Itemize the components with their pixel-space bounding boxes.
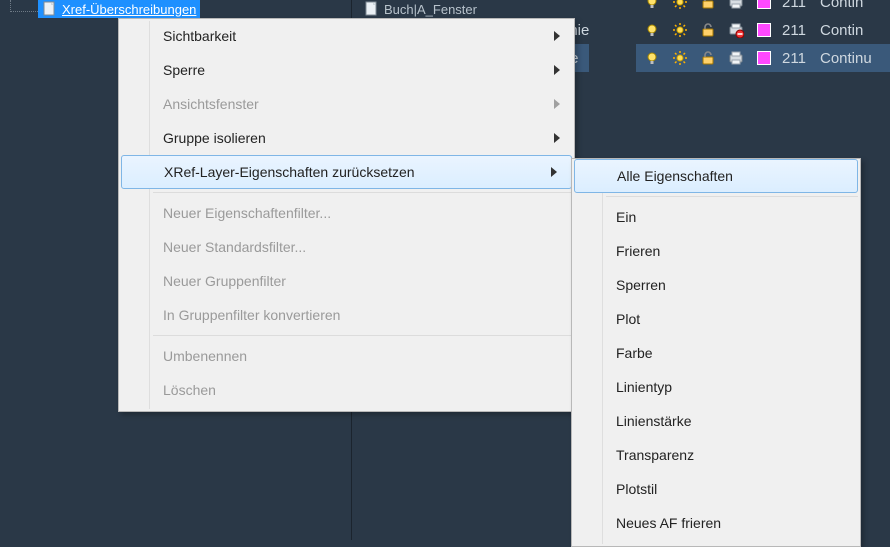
linetype: Continu bbox=[820, 50, 890, 67]
bulb-icon[interactable] bbox=[644, 22, 660, 38]
submenu-reset-properties: Alle Eigenschaften Ein Frieren Sperren P… bbox=[571, 158, 861, 547]
ctx-item-label: Löschen bbox=[163, 382, 216, 398]
printer-icon[interactable] bbox=[728, 50, 744, 66]
color-swatch[interactable] bbox=[757, 0, 771, 9]
ctx-item-new-group-filter: Neuer Gruppenfilter bbox=[119, 264, 574, 298]
context-menu-separator bbox=[153, 192, 572, 193]
ctx-item-label: XRef-Layer-Eigenschaften zurücksetzen bbox=[164, 164, 415, 180]
ctx-item-new-standard-filter: Neuer Standardsfilter... bbox=[119, 230, 574, 264]
lock-open-icon[interactable] bbox=[700, 22, 716, 38]
ctx-item-reset-xref-layer-properties[interactable]: XRef-Layer-Eigenschaften zurücksetzen bbox=[121, 155, 572, 189]
ctx-item-label: Neuer Eigenschaftenfilter... bbox=[163, 205, 331, 221]
sun-icon[interactable] bbox=[672, 0, 688, 10]
tree-item-xref-overrides[interactable]: Xref-Überschreibungen bbox=[38, 0, 200, 18]
sub-item-label: Linienstärke bbox=[616, 413, 692, 429]
ctx-item-label: Umbenennen bbox=[163, 348, 247, 364]
printer-disabled-icon[interactable] bbox=[728, 22, 744, 38]
ctx-item-label: Gruppe isolieren bbox=[163, 130, 266, 146]
submenu-arrow-icon bbox=[554, 62, 560, 78]
lock-open-icon[interactable] bbox=[700, 0, 716, 10]
tree-item-buch-fenster[interactable]: Buch|A_Fenster bbox=[360, 0, 481, 18]
layer-list: 211 Contin 211 Contin 211 Continu bbox=[636, 0, 890, 72]
lock-open-icon[interactable] bbox=[700, 50, 716, 66]
sub-item-label: Plotstil bbox=[616, 481, 657, 497]
sub-item-label: Frieren bbox=[616, 243, 660, 259]
color-index: 211 bbox=[782, 22, 812, 39]
sub-item-lineweight[interactable]: Linienstärke bbox=[572, 404, 860, 438]
context-menu: Sichtbarkeit Sperre Ansichtsfenster Grup… bbox=[118, 18, 575, 412]
ctx-item-label: Neuer Standardsfilter... bbox=[163, 239, 306, 255]
submenu-arrow-icon bbox=[551, 164, 557, 180]
sub-item-label: Alle Eigenschaften bbox=[617, 168, 733, 184]
sub-item-transparency[interactable]: Transparenz bbox=[572, 438, 860, 472]
sub-item-plot[interactable]: Plot bbox=[572, 302, 860, 336]
context-menu-separator bbox=[153, 335, 572, 336]
submenu-arrow-icon bbox=[554, 28, 560, 44]
ctx-item-label: Sichtbarkeit bbox=[163, 28, 236, 44]
color-swatch[interactable] bbox=[757, 23, 771, 37]
bulb-icon[interactable] bbox=[644, 50, 660, 66]
ctx-item-isolate-group[interactable]: Gruppe isolieren bbox=[119, 121, 574, 155]
layer-row[interactable]: 211 Contin bbox=[636, 16, 890, 44]
sun-icon[interactable] bbox=[672, 50, 688, 66]
ctx-item-label: Neuer Gruppenfilter bbox=[163, 273, 286, 289]
sub-item-label: Neues AF frieren bbox=[616, 515, 721, 531]
tree-item-label: Xref-Überschreibungen bbox=[62, 2, 196, 17]
sun-icon[interactable] bbox=[672, 22, 688, 38]
sub-item-label: Farbe bbox=[616, 345, 653, 361]
ctx-item-label: Ansichtsfenster bbox=[163, 96, 259, 112]
linetype: Contin bbox=[820, 0, 890, 11]
ctx-item-rename: Umbenennen bbox=[119, 339, 574, 373]
ctx-item-new-property-filter: Neuer Eigenschaftenfilter... bbox=[119, 196, 574, 230]
color-index: 211 bbox=[782, 0, 812, 11]
ctx-item-delete: Löschen bbox=[119, 373, 574, 407]
ctx-item-label: In Gruppenfilter konvertieren bbox=[163, 307, 340, 323]
sub-item-plotstyle[interactable]: Plotstil bbox=[572, 472, 860, 506]
ctx-item-viewports: Ansichtsfenster bbox=[119, 87, 574, 121]
sub-item-freeze[interactable]: Frieren bbox=[572, 234, 860, 268]
sub-item-color[interactable]: Farbe bbox=[572, 336, 860, 370]
linetype: Contin bbox=[820, 22, 890, 39]
bulb-icon[interactable] bbox=[644, 0, 660, 10]
sub-item-label: Transparenz bbox=[616, 447, 694, 463]
tree-item-label: Buch|A_Fenster bbox=[384, 2, 477, 17]
sub-item-new-vp-freeze[interactable]: Neues AF frieren bbox=[572, 506, 860, 540]
printer-icon[interactable] bbox=[728, 0, 744, 10]
page-icon bbox=[42, 1, 56, 17]
sub-item-label: Ein bbox=[616, 209, 636, 225]
ctx-item-visibility[interactable]: Sichtbarkeit bbox=[119, 19, 574, 53]
tree-connector bbox=[10, 0, 38, 12]
submenu-arrow-icon bbox=[554, 96, 560, 112]
page-icon bbox=[364, 1, 378, 17]
color-index: 211 bbox=[782, 50, 812, 67]
submenu-arrow-icon bbox=[554, 130, 560, 146]
layer-row[interactable]: 211 Contin bbox=[636, 0, 890, 16]
submenu-separator bbox=[606, 196, 858, 197]
ctx-item-lock[interactable]: Sperre bbox=[119, 53, 574, 87]
layer-row[interactable]: 211 Continu bbox=[636, 44, 890, 72]
sub-item-lock[interactable]: Sperren bbox=[572, 268, 860, 302]
sub-item-all-properties[interactable]: Alle Eigenschaften bbox=[574, 159, 858, 193]
sub-item-label: Sperren bbox=[616, 277, 666, 293]
sub-item-label: Linientyp bbox=[616, 379, 672, 395]
color-swatch[interactable] bbox=[757, 51, 771, 65]
sub-item-on[interactable]: Ein bbox=[572, 200, 860, 234]
ctx-item-convert-to-group-filter: In Gruppenfilter konvertieren bbox=[119, 298, 574, 332]
sub-item-label: Plot bbox=[616, 311, 640, 327]
ctx-item-label: Sperre bbox=[163, 62, 205, 78]
sub-item-linetype[interactable]: Linientyp bbox=[572, 370, 860, 404]
